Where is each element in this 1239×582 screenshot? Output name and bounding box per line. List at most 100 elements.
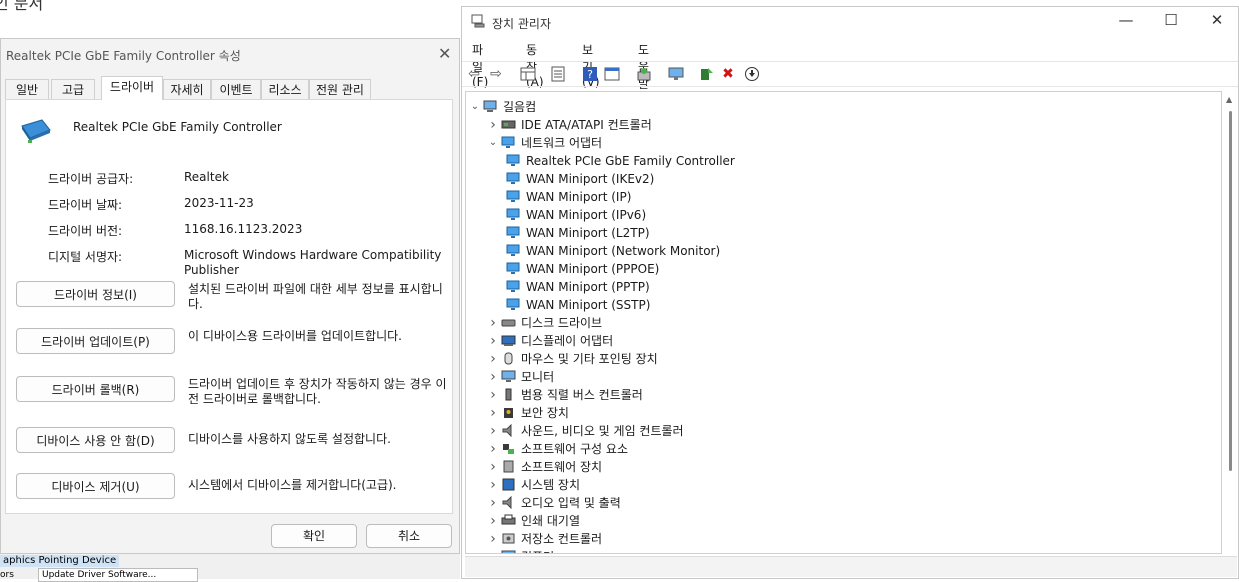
tree-item-label: 사운드, 비디오 및 게임 컨트롤러: [521, 424, 684, 438]
scrollbar-thumb[interactable]: [1229, 111, 1232, 471]
computer-icon: [483, 100, 497, 112]
scan-hardware-icon[interactable]: [636, 66, 652, 82]
chevron-right-icon[interactable]: ›: [487, 332, 499, 350]
help-icon[interactable]: ?: [582, 66, 598, 82]
scroll-up-icon[interactable]: ▲: [1226, 95, 1232, 104]
ok-button[interactable]: 확인: [271, 524, 357, 548]
update-driver-icon[interactable]: [698, 66, 714, 82]
background-menu-item[interactable]: Update Driver Software...: [38, 568, 198, 582]
chevron-right-icon[interactable]: ›: [487, 440, 499, 458]
back-icon[interactable]: ⇦: [466, 66, 482, 82]
list-icon[interactable]: [550, 66, 566, 82]
tree-item-label: 마우스 및 기타 포인팅 장치: [521, 352, 658, 366]
driver-details-button[interactable]: 드라이버 정보(I): [16, 281, 175, 307]
chevron-right-icon[interactable]: ›: [487, 548, 499, 553]
tab-resources[interactable]: 리소스: [261, 79, 309, 100]
chevron-right-icon[interactable]: ›: [487, 350, 499, 368]
view-icon[interactable]: [604, 66, 620, 82]
display-icon: [501, 335, 516, 346]
uninstall-device-button[interactable]: 디바이스 제거(U): [16, 473, 175, 499]
tree-item-label: 오디오 입력 및 출력: [521, 496, 621, 510]
tab-events[interactable]: 이벤트: [211, 79, 261, 100]
device-tree: ⌄ 길음컴 › IDE ATA/ATAPI 컨트롤러 ⌄ 네트워크 어댑터 Realte…: [465, 91, 1222, 554]
background-doc-title: 인 문서: [0, 0, 44, 13]
tree-item-label: 소프트웨어 장치: [521, 460, 603, 474]
network-icon: [506, 262, 520, 274]
chevron-right-icon[interactable]: ›: [487, 422, 499, 440]
field-value: Microsoft Windows Hardware Compatibility…: [184, 248, 442, 277]
field-label: 드라이버 버전:: [48, 224, 123, 238]
update-driver-button[interactable]: 드라이버 업데이트(P): [16, 328, 175, 354]
uninstall-icon[interactable]: ✖: [720, 66, 736, 82]
vertical-scrollbar[interactable]: ▲: [1224, 91, 1236, 554]
network-icon: [506, 172, 520, 184]
field-label: 드라이버 공급자:: [48, 172, 134, 186]
background-list-item[interactable]: aphics Pointing Device: [0, 555, 120, 567]
tab-driver[interactable]: 드라이버: [101, 76, 163, 100]
network-icon: [506, 280, 520, 292]
rollback-driver-button[interactable]: 드라이버 롤백(R): [16, 376, 175, 402]
chevron-right-icon[interactable]: ›: [487, 368, 499, 386]
printer-icon: [501, 514, 516, 525]
security-icon: [504, 408, 513, 418]
usb-icon: [505, 388, 512, 401]
field-label: 디지털 서명자:: [48, 250, 123, 264]
field-value: 2023-11-23: [184, 196, 254, 210]
device-name: Realtek PCIe GbE Family Controller: [73, 120, 282, 134]
tab-general[interactable]: 일반: [5, 79, 49, 100]
chevron-right-icon[interactable]: ›: [487, 386, 499, 404]
audio-icon: [502, 496, 512, 509]
tree-item-label: 인쇄 대기열: [521, 514, 581, 528]
device-manager-window: 장치 관리자 — ☐ ✕ 파일(F) 동작(A) 보기(V) 도움말(H) ⇦ …: [461, 6, 1239, 579]
device-manager-icon: [471, 14, 485, 28]
properties-grid-icon[interactable]: [520, 66, 536, 82]
network-icon: [501, 136, 515, 148]
action-description: 설치된 드라이버 파일에 대한 세부 정보를 표시합니다.: [188, 282, 443, 311]
disable-device-button[interactable]: 디바이스 사용 안 함(D): [16, 427, 175, 453]
toolbar: ⇦ ⇨ ? ✖: [462, 61, 1238, 87]
chevron-down-icon[interactable]: ⌄: [469, 98, 481, 116]
tree-item-label: 소프트웨어 구성 요소: [521, 442, 628, 456]
tree-item-label: WAN Miniport (SSTP): [526, 298, 651, 312]
title-bar: 장치 관리자 — ☐ ✕: [462, 7, 1238, 37]
chevron-right-icon[interactable]: ›: [487, 404, 499, 422]
forward-icon[interactable]: ⇨: [488, 66, 504, 82]
monitor-icon[interactable]: [668, 66, 684, 82]
tree-item-label: 디스크 드라이브: [521, 316, 603, 330]
tree-item-label: WAN Miniport (IKEv2): [526, 172, 655, 186]
mouse-icon: [504, 352, 513, 365]
tree-root-label: 길음컴: [503, 100, 537, 114]
action-description: 드라이버 업데이트 후 장치가 작동하지 않는 경우 이전 드라이버로 롤백합니…: [188, 377, 447, 406]
ide-icon: [501, 120, 516, 129]
chevron-right-icon[interactable]: ›: [487, 530, 499, 548]
chevron-right-icon[interactable]: ›: [487, 476, 499, 494]
network-icon: [506, 226, 520, 238]
chevron-right-icon[interactable]: ›: [487, 494, 499, 512]
download-icon[interactable]: [744, 66, 760, 82]
tab-power-management[interactable]: 전원 관리: [309, 79, 371, 100]
tree-item-label: 보안 장치: [521, 406, 569, 420]
chevron-right-icon[interactable]: ›: [487, 512, 499, 530]
software-device-icon: [503, 460, 514, 473]
close-icon[interactable]: ✕: [1202, 11, 1232, 29]
field-value: 1168.16.1123.2023: [184, 222, 303, 236]
tab-details[interactable]: 자세히: [163, 79, 211, 100]
sound-icon: [502, 424, 512, 437]
maximize-icon[interactable]: ☐: [1156, 11, 1186, 29]
cancel-button[interactable]: 취소: [366, 524, 452, 548]
tree-item-label: 시스템 장치: [521, 478, 581, 492]
chevron-right-icon[interactable]: ›: [487, 314, 499, 332]
chevron-right-icon[interactable]: ›: [487, 116, 499, 134]
tab-advanced[interactable]: 고급: [51, 79, 95, 100]
chevron-right-icon[interactable]: ›: [487, 458, 499, 476]
svg-text:?: ?: [587, 68, 593, 81]
storage-icon: [502, 533, 515, 544]
network-adapter-icon: [21, 119, 51, 143]
network-icon: [506, 244, 520, 256]
network-icon: [506, 208, 520, 220]
chevron-down-icon[interactable]: ⌄: [487, 134, 499, 152]
minimize-icon[interactable]: —: [1111, 11, 1141, 29]
action-description: 시스템에서 디바이스를 제거합니다(고급).: [188, 478, 397, 492]
action-description: 디바이스를 사용하지 않도록 설정합니다.: [188, 432, 391, 446]
close-icon[interactable]: ✕: [438, 44, 451, 63]
